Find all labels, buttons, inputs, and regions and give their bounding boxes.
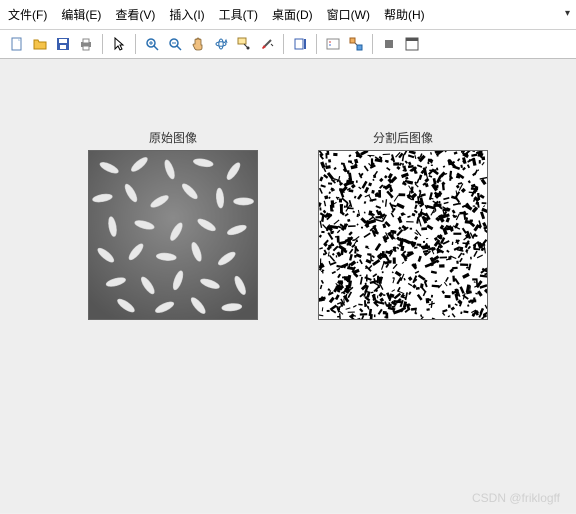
axes-original-image[interactable] <box>88 150 258 320</box>
zoom-in-icon <box>144 36 160 52</box>
subplot1-title: 原始图像 <box>88 129 258 146</box>
axes-segmented-image[interactable] <box>318 150 488 320</box>
link-axes-icon <box>348 36 364 52</box>
insert-legend-icon <box>325 36 341 52</box>
insert-colorbar-icon <box>292 36 308 52</box>
new-file-icon <box>9 36 25 52</box>
pan-hand-icon <box>190 36 206 52</box>
menu-tools[interactable]: 工具(T) <box>219 6 258 23</box>
stop-icon <box>381 36 397 52</box>
save-icon <box>55 36 71 52</box>
pointer-icon <box>111 36 127 52</box>
insert-colorbar-button[interactable] <box>289 33 311 55</box>
brush-button[interactable] <box>256 33 278 55</box>
menu-insert[interactable]: 插入(I) <box>169 6 204 23</box>
menu-window[interactable]: 窗口(W) <box>327 6 370 23</box>
hide-tools-button[interactable] <box>378 33 400 55</box>
toolbar-separator <box>316 34 317 54</box>
subplot-original: 原始图像 <box>88 129 258 320</box>
save-button[interactable] <box>52 33 74 55</box>
dock-button[interactable] <box>401 33 423 55</box>
open-button[interactable] <box>29 33 51 55</box>
dock-figure-icon <box>404 36 420 52</box>
figure-toolbar <box>0 30 576 59</box>
data-cursor-button[interactable] <box>233 33 255 55</box>
menu-edit[interactable]: 编辑(E) <box>61 6 101 23</box>
watermark-text: CSDN @friklogff <box>472 491 560 505</box>
print-button[interactable] <box>75 33 97 55</box>
brush-icon <box>259 36 275 52</box>
insert-legend-button[interactable] <box>322 33 344 55</box>
toolbar-separator <box>372 34 373 54</box>
menu-bar: 文件(F) 编辑(E) 查看(V) 插入(I) 工具(T) 桌面(D) 窗口(W… <box>0 0 576 30</box>
menu-file[interactable]: 文件(F) <box>8 6 47 23</box>
subplot2-title: 分割后图像 <box>318 129 488 146</box>
data-cursor-icon <box>236 36 252 52</box>
menu-view[interactable]: 查看(V) <box>115 6 155 23</box>
zoom-out-button[interactable] <box>164 33 186 55</box>
new-file-button[interactable] <box>6 33 28 55</box>
rotate-button[interactable] <box>210 33 232 55</box>
toolbar-overflow-icon[interactable]: ▾ <box>565 8 570 19</box>
open-folder-icon <box>32 36 48 52</box>
toolbar-separator <box>102 34 103 54</box>
toolbar-separator <box>283 34 284 54</box>
menu-help[interactable]: 帮助(H) <box>384 6 425 23</box>
rotate-3d-icon <box>213 36 229 52</box>
zoom-in-button[interactable] <box>141 33 163 55</box>
pointer-button[interactable] <box>108 33 130 55</box>
segmented-image <box>319 151 487 319</box>
figure-canvas: 原始图像 <box>0 59 576 513</box>
original-image <box>89 151 257 319</box>
print-icon <box>78 36 94 52</box>
menu-desktop[interactable]: 桌面(D) <box>272 6 313 23</box>
pan-button[interactable] <box>187 33 209 55</box>
link-axes-button[interactable] <box>345 33 367 55</box>
toolbar-separator <box>135 34 136 54</box>
zoom-out-icon <box>167 36 183 52</box>
subplot-segmented: 分割后图像 <box>318 129 488 320</box>
